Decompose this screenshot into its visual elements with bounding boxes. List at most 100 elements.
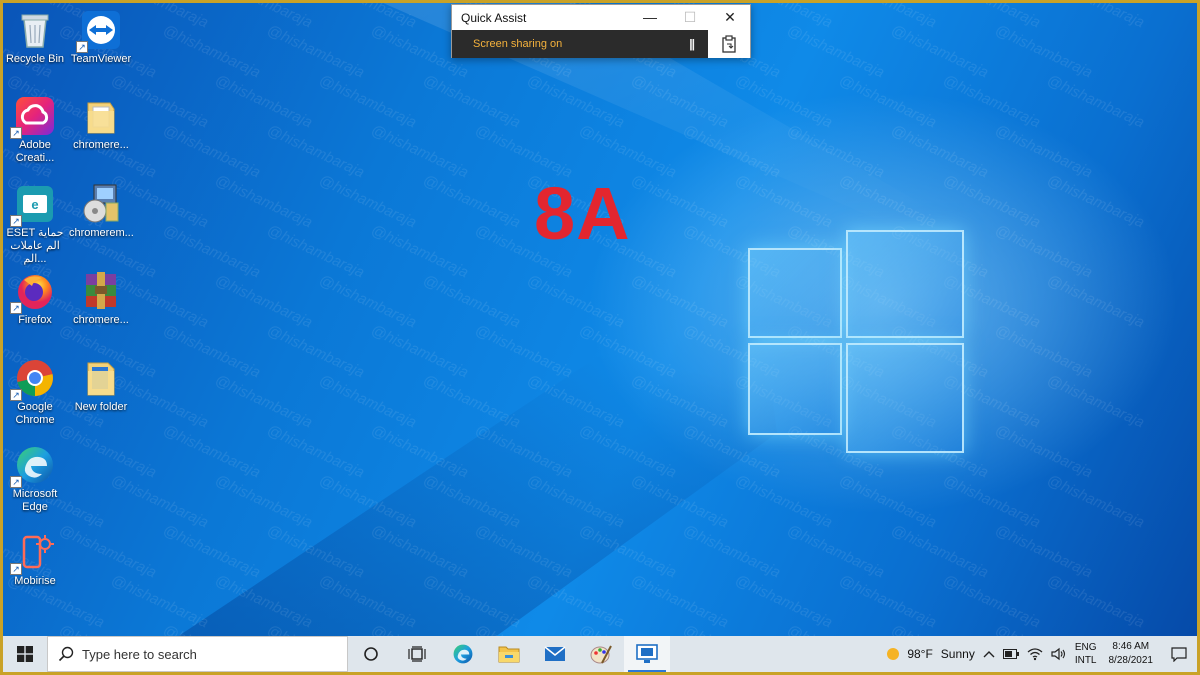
taskbar-app-paint[interactable] bbox=[578, 636, 624, 672]
sharing-status-bar: Screen sharing on || bbox=[452, 30, 708, 58]
windows-start-icon bbox=[17, 646, 33, 662]
watermark-text: @hishambaraja bbox=[316, 71, 419, 132]
battery-icon bbox=[1002, 649, 1019, 659]
language-code: ENG bbox=[1074, 642, 1097, 653]
watermark-text: @hishambaraja bbox=[836, 471, 939, 532]
taskbar-app-edge[interactable] bbox=[440, 636, 486, 672]
taskbar-app-quick-assist[interactable] bbox=[624, 636, 670, 672]
desktop-icon-new-folder[interactable]: New folder bbox=[69, 357, 133, 414]
watermark-text: @hishambaraja bbox=[1044, 171, 1147, 232]
taskbar-app-mail[interactable] bbox=[532, 636, 578, 672]
watermark-text: @hishambaraja bbox=[160, 21, 263, 82]
watermark-text: @hishambaraja bbox=[420, 571, 523, 632]
watermark-text: @hishambaraja bbox=[836, 571, 939, 632]
cortana-button[interactable] bbox=[348, 636, 394, 672]
desktop-icon-recycle-bin[interactable]: Recycle Bin bbox=[3, 9, 67, 66]
desktop-icon-chromere-folder[interactable]: chromere... bbox=[69, 95, 133, 152]
watermark-text: @hishambaraja bbox=[212, 371, 315, 432]
desktop-icon-google-chrome[interactable]: ↗ Google Chrome bbox=[3, 357, 67, 427]
watermark-text: @hishambaraja bbox=[576, 421, 679, 482]
watermark-text: @hishambaraja bbox=[212, 171, 315, 232]
watermark-text: @hishambaraja bbox=[420, 471, 523, 532]
input-language-button[interactable]: ENG INTL bbox=[1071, 636, 1101, 672]
clock-time: 8:46 AM bbox=[1112, 641, 1150, 652]
watermark-text: @hishambaraja bbox=[524, 571, 627, 632]
desktop-icon-chromerem-installer[interactable]: chromerem... bbox=[69, 183, 133, 240]
recycle-bin-icon bbox=[14, 9, 56, 51]
watermark-text: @hishambaraja bbox=[628, 571, 731, 632]
watermark-text: @hishambaraja bbox=[524, 371, 627, 432]
weather-temp: 98°F bbox=[907, 647, 933, 661]
watermark-text: @hishambaraja bbox=[1044, 371, 1147, 432]
watermark-text: @hishambaraja bbox=[160, 521, 263, 582]
network-button[interactable] bbox=[1023, 636, 1047, 672]
watermark-text: @hishambaraja bbox=[108, 571, 211, 632]
watermark-text: @hishambaraja bbox=[732, 171, 835, 232]
watermark-text: @hishambaraja bbox=[472, 521, 575, 582]
desktop-icon-adobe-creative-cloud[interactable]: ↗ Adobe Creati... bbox=[3, 95, 67, 165]
start-button[interactable] bbox=[3, 636, 47, 672]
desktop-icon-microsoft-edge[interactable]: ↗ Microsoft Edge bbox=[3, 444, 67, 514]
weather-widget[interactable]: 98°F Sunny bbox=[881, 636, 979, 672]
overlay-label: 8A bbox=[534, 172, 631, 255]
search-placeholder: Type here to search bbox=[82, 646, 197, 662]
icon-label: chromere... bbox=[73, 139, 129, 151]
close-button[interactable]: ✕ bbox=[710, 5, 750, 30]
minimize-button[interactable]: — bbox=[630, 5, 670, 30]
quick-assist-titlebar[interactable]: Quick Assist — ☐ ✕ bbox=[452, 5, 750, 30]
watermark-text: @hishambaraja bbox=[160, 221, 263, 282]
watermark-text: @hishambaraja bbox=[316, 3, 419, 31]
watermark-text: @hishambaraja bbox=[420, 71, 523, 132]
installer-icon bbox=[80, 183, 122, 225]
watermark-text: @hishambaraja bbox=[888, 121, 991, 182]
watermark-text: @hishambaraja bbox=[316, 271, 419, 332]
desktop: @hishambaraja @hishambaraja @hishambaraja @… bbox=[3, 3, 1197, 672]
icon-label: TeamViewer bbox=[70, 53, 132, 65]
taskbar-app-file-explorer[interactable] bbox=[486, 636, 532, 672]
watermark-text: @hishambaraja bbox=[888, 21, 991, 82]
watermark-text: @hishambaraja bbox=[212, 71, 315, 132]
taskbar-search-input[interactable]: Type here to search bbox=[47, 636, 348, 672]
search-icon bbox=[58, 646, 74, 662]
watermark-text: @hishambaraja bbox=[472, 321, 575, 382]
windows-logo-wallpaper bbox=[748, 228, 968, 453]
watermark-text: @hishambaraja bbox=[940, 571, 1043, 632]
volume-button[interactable] bbox=[1047, 636, 1071, 672]
watermark-text: @hishambaraja bbox=[420, 271, 523, 332]
watermark-text: @hishambaraja bbox=[1044, 571, 1147, 632]
icon-label: ESET حماية الم عاملات الم... bbox=[6, 227, 64, 265]
task-view-button[interactable] bbox=[394, 636, 440, 672]
action-center-button[interactable] bbox=[1161, 636, 1197, 672]
folder-icon bbox=[80, 357, 122, 399]
show-hidden-icons-button[interactable] bbox=[979, 636, 999, 672]
desktop-icon-firefox[interactable]: ↗ Firefox bbox=[3, 270, 67, 327]
pause-sharing-button[interactable]: || bbox=[689, 37, 695, 51]
clock[interactable]: 8:46 AM 8/28/2021 bbox=[1101, 636, 1162, 672]
watermark-text: @hishambaraja bbox=[784, 121, 887, 182]
watermark-text: @hishambaraja bbox=[628, 271, 731, 332]
clipboard-button[interactable] bbox=[708, 30, 750, 58]
watermark-text: @hishambaraja bbox=[888, 521, 991, 582]
watermark-text: @hishambaraja bbox=[368, 421, 471, 482]
watermark-text: @hishambaraja bbox=[264, 321, 367, 382]
watermark-text: @hishambaraja bbox=[992, 521, 1095, 582]
desktop-icon-chromere-archive[interactable]: chromere... bbox=[69, 270, 133, 327]
watermark-text: @hishambaraja bbox=[524, 271, 627, 332]
watermark-text: @hishambaraja bbox=[836, 71, 939, 132]
watermark-text: @hishambaraja bbox=[368, 121, 471, 182]
desktop-icon-teamviewer[interactable]: ↗ TeamViewer bbox=[69, 9, 133, 66]
icon-label: Recycle Bin bbox=[5, 53, 65, 65]
watermark-text: @hishambaraja bbox=[316, 471, 419, 532]
system-tray: 98°F Sunny ENG INTL 8:46 AM 8/28/2021 bbox=[881, 636, 1197, 672]
watermark-text: @hishambaraja bbox=[940, 171, 1043, 232]
watermark-text: @hishambaraja bbox=[836, 171, 939, 232]
icon-label: Google Chrome bbox=[15, 401, 55, 426]
file-explorer-icon bbox=[498, 646, 520, 663]
battery-button[interactable] bbox=[999, 636, 1023, 672]
watermark-text: @hishambaraja bbox=[628, 371, 731, 432]
desktop-icon-eset[interactable]: e ↗ ESET حماية الم عاملات الم... bbox=[3, 183, 67, 266]
desktop-icon-mobirise[interactable]: ↗ Mobirise bbox=[3, 531, 67, 588]
firefox-icon: ↗ bbox=[10, 270, 56, 314]
watermark-text: @hishambaraja bbox=[264, 421, 367, 482]
watermark-text: @hishambaraja bbox=[836, 3, 939, 31]
